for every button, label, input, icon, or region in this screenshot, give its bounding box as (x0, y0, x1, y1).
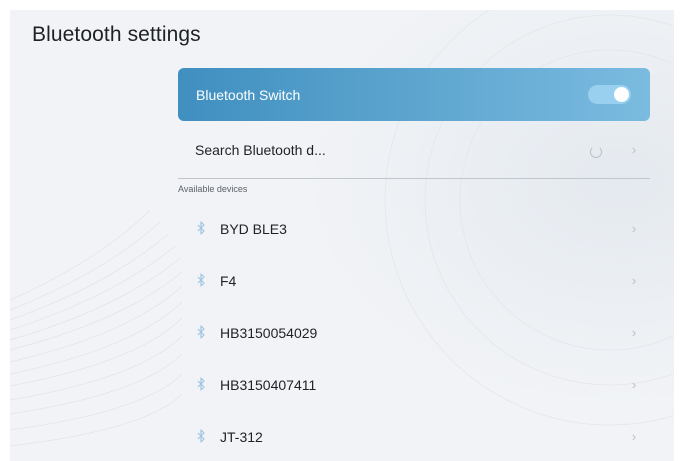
device-row[interactable]: BYD BLE3 › (178, 203, 650, 255)
search-bluetooth-row[interactable]: Search Bluetooth d... › (178, 123, 650, 178)
chevron-right-icon: › (631, 221, 637, 236)
chevron-right-icon: › (631, 325, 637, 340)
bluetooth-icon (197, 325, 205, 339)
chevron-right-icon: › (631, 273, 637, 288)
device-name: BYD BLE3 (220, 221, 287, 237)
loading-spinner-icon (590, 146, 602, 158)
bluetooth-icon (197, 273, 205, 287)
device-row[interactable]: HB3150407411 › (178, 359, 650, 411)
device-name: HB3150407411 (220, 377, 317, 393)
chevron-right-icon: › (631, 429, 637, 444)
search-bluetooth-label: Search Bluetooth d... (195, 142, 326, 158)
section-divider (178, 178, 650, 179)
chevron-right-icon: › (631, 142, 637, 157)
device-row[interactable]: F4 › (178, 255, 650, 307)
bluetooth-toggle[interactable] (588, 85, 631, 104)
settings-screen: Bluetooth settings Bluetooth Switch Sear… (10, 10, 674, 461)
bluetooth-icon (197, 377, 205, 391)
device-name: HB3150054029 (220, 325, 318, 341)
bluetooth-icon (197, 429, 205, 443)
chevron-right-icon: › (631, 377, 637, 392)
device-name: JT-312 (220, 429, 263, 445)
bluetooth-icon (197, 221, 205, 235)
device-name: F4 (220, 273, 237, 289)
bluetooth-switch-row[interactable]: Bluetooth Switch (178, 68, 650, 121)
bluetooth-switch-label: Bluetooth Switch (196, 87, 301, 103)
toggle-knob (614, 87, 629, 102)
page-title: Bluetooth settings (32, 23, 201, 46)
device-row[interactable]: HB3150054029 › (178, 307, 650, 359)
device-row[interactable]: JT-312 › (178, 411, 650, 461)
available-devices-label: Available devices (178, 184, 248, 194)
